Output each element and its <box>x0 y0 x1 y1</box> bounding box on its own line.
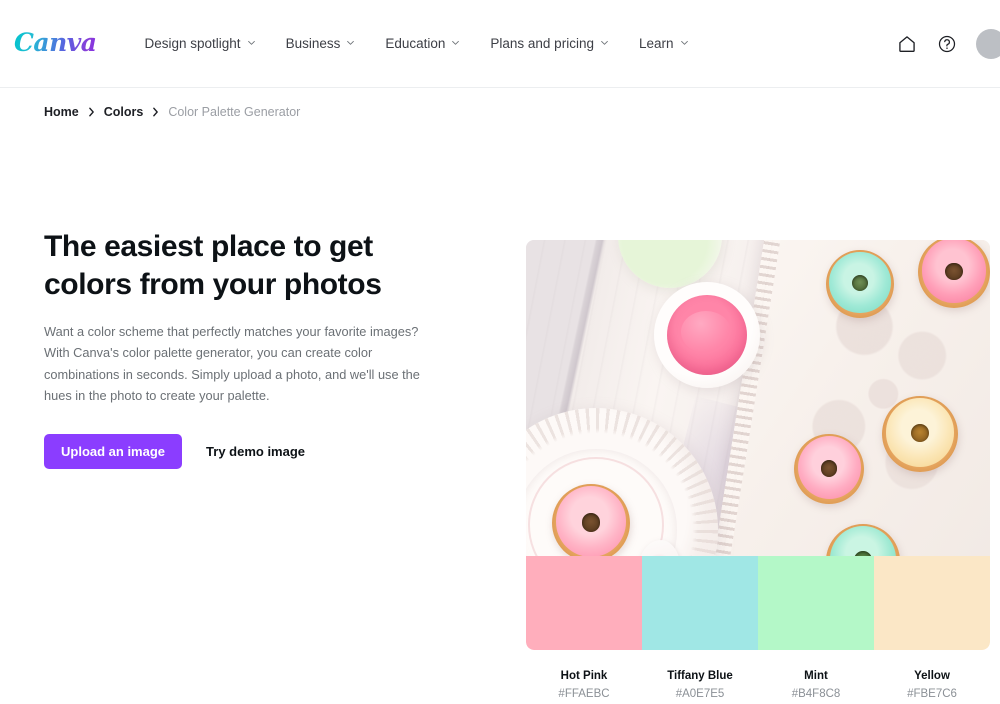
sample-photo <box>526 240 990 556</box>
swatch-color-name: Tiffany Blue <box>642 668 758 685</box>
breadcrumb-item-current: Color Palette Generator <box>168 105 300 119</box>
nav-item-business[interactable]: Business <box>286 36 356 51</box>
upload-an-image-button[interactable]: Upload an image <box>44 434 182 469</box>
donut-hole <box>821 460 838 477</box>
nav-item-education[interactable]: Education <box>385 36 460 51</box>
chevron-right-icon <box>88 107 95 117</box>
main-navigation: Design spotlight Business Education Plan… <box>145 36 689 51</box>
swatch-label-yellow: Yellow #FBE7C6 <box>874 668 990 704</box>
site-header: Canva Design spotlight Business Educatio… <box>0 0 1000 88</box>
chevron-down-icon <box>247 38 256 47</box>
main-content: The easiest place to get colors from you… <box>0 122 1000 704</box>
swatch-color-name: Yellow <box>874 668 990 685</box>
hero-description: Want a color scheme that perfectly match… <box>44 321 442 407</box>
page-title: The easiest place to get colors from you… <box>44 228 434 305</box>
home-icon[interactable] <box>896 33 918 55</box>
swatch-label-tiffany-blue: Tiffany Blue #A0E7E5 <box>642 668 758 704</box>
donut-pink-middle <box>794 434 864 504</box>
donut-hole <box>945 263 962 280</box>
nav-item-plans-and-pricing[interactable]: Plans and pricing <box>490 36 609 51</box>
nav-item-label: Learn <box>639 36 674 51</box>
nav-item-label: Education <box>385 36 445 51</box>
nav-item-learn[interactable]: Learn <box>639 36 689 51</box>
breadcrumb-item-home[interactable]: Home <box>44 105 79 119</box>
nav-item-design-spotlight[interactable]: Design spotlight <box>145 36 256 51</box>
swatch-color-name: Hot Pink <box>526 668 642 685</box>
glaze-bowl <box>654 282 760 388</box>
swatch-color-hex[interactable]: #FFAEBC <box>526 685 642 704</box>
color-swatch-band <box>526 556 990 650</box>
chevron-down-icon <box>451 38 460 47</box>
pink-glaze <box>667 295 748 376</box>
header-actions <box>896 29 984 59</box>
donut-yellow <box>882 396 958 472</box>
swatch-mint[interactable] <box>758 556 874 650</box>
avatar[interactable] <box>976 29 1000 59</box>
swatch-tiffany-blue[interactable] <box>642 556 758 650</box>
nav-item-label: Design spotlight <box>145 36 241 51</box>
hero-text-column: The easiest place to get colors from you… <box>0 122 526 704</box>
chevron-down-icon <box>600 38 609 47</box>
swatch-color-hex[interactable]: #B4F8C8 <box>758 685 874 704</box>
swatch-yellow[interactable] <box>874 556 990 650</box>
donut-pink-on-plate <box>552 484 630 556</box>
nav-item-label: Plans and pricing <box>490 36 594 51</box>
try-demo-image-button[interactable]: Try demo image <box>204 434 307 469</box>
swatch-color-name: Mint <box>758 668 874 685</box>
color-swatch-labels: Hot Pink #FFAEBC Tiffany Blue #A0E7E5 Mi… <box>526 650 990 704</box>
swatch-color-hex[interactable]: #A0E7E5 <box>642 685 758 704</box>
donut-hole <box>582 513 601 532</box>
canva-logo[interactable]: Canva <box>14 28 97 59</box>
palette-preview-card <box>526 240 990 650</box>
chevron-right-icon <box>152 107 159 117</box>
donut-mint-top <box>826 250 894 318</box>
chevron-down-icon <box>346 38 355 47</box>
swatch-color-hex[interactable]: #FBE7C6 <box>874 685 990 704</box>
hero-actions: Upload an image Try demo image <box>44 434 526 469</box>
help-icon[interactable] <box>936 33 958 55</box>
swatch-label-hot-pink: Hot Pink #FFAEBC <box>526 668 642 704</box>
breadcrumb: Home Colors Color Palette Generator <box>0 88 1000 122</box>
chevron-down-icon <box>680 38 689 47</box>
swatch-hot-pink[interactable] <box>526 556 642 650</box>
breadcrumb-item-colors[interactable]: Colors <box>104 105 144 119</box>
swatch-label-mint: Mint #B4F8C8 <box>758 668 874 704</box>
preview-column: Hot Pink #FFAEBC Tiffany Blue #A0E7E5 Mi… <box>526 122 1000 704</box>
nav-item-label: Business <box>286 36 341 51</box>
